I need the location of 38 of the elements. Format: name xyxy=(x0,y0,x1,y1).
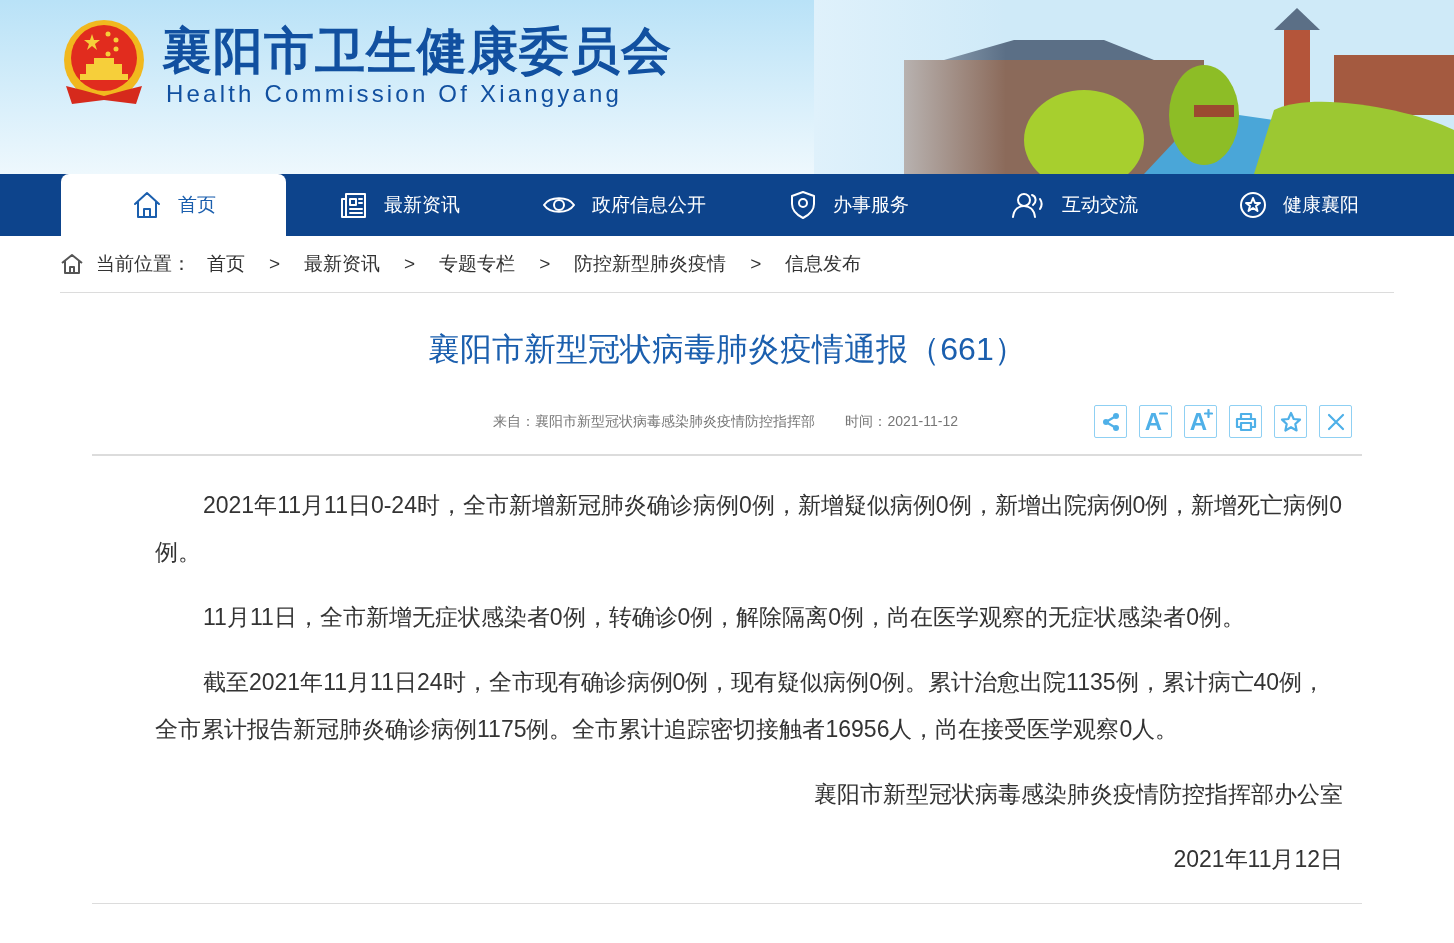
breadcrumb-separator: > xyxy=(750,251,762,276)
breadcrumb-separator: > xyxy=(404,251,416,276)
breadcrumb-link[interactable]: 信息发布 xyxy=(785,249,862,279)
share-button[interactable] xyxy=(1094,405,1127,438)
signature: 襄阳市新型冠状病毒感染肺炎疫情防控指挥部办公室 xyxy=(813,780,1343,809)
article-source: 来自：襄阳市新型冠状病毒感染肺炎疫情防控指挥部 xyxy=(493,412,816,431)
nav-tab[interactable]: 政府信息公开 xyxy=(511,174,736,236)
nav-tab[interactable]: 互动交流 xyxy=(961,174,1186,236)
shield-icon xyxy=(788,190,817,220)
close-icon xyxy=(1325,411,1346,432)
article-paragraph: 11月11日，全市新增无症状感染者0例，转确诊0例，解除隔离0例，尚在医学观察的无症状感染者0例。 xyxy=(202,603,1246,632)
breadcrumb-link[interactable]: 防控新型肺炎疫情 xyxy=(574,249,727,279)
article-paragraph: 2021年11月11日0-24时，全市新增新冠肺炎确诊病例0例，新增疑似病例0例，新增出院病例0例，新增死亡病例0例。 xyxy=(155,491,1343,567)
nav-tab[interactable]: 首页 xyxy=(61,174,286,236)
home-icon xyxy=(131,191,162,219)
article-date: 2021年11月12日 xyxy=(1172,845,1343,874)
breadcrumb-label: 当前位置： xyxy=(96,251,191,276)
share-icon xyxy=(1100,411,1121,432)
breadcrumb-link[interactable]: 首页 xyxy=(207,249,245,279)
printer-icon xyxy=(1234,411,1257,432)
nav-tab[interactable]: 健康襄阳 xyxy=(1186,174,1411,236)
breadcrumb-link[interactable]: 专题专栏 xyxy=(439,249,516,279)
print-button[interactable] xyxy=(1229,405,1262,438)
people-icon xyxy=(1009,191,1046,219)
breadcrumb-separator: > xyxy=(539,251,551,276)
breadcrumb-separator: > xyxy=(269,251,281,276)
article-paragraph: 截至2021年11月11日24时，全市现有确诊病例0例，现有疑似病例0例。累计治愈出院1135例，累计病亡40例，全市累计报告新冠肺炎确诊病例1175例。全市累计追踪密切接触者16956人，尚在接受医学观察0人。 xyxy=(155,668,1327,744)
home-icon xyxy=(60,253,84,275)
close-button[interactable] xyxy=(1319,405,1352,438)
breadcrumb-link[interactable]: 最新资讯 xyxy=(304,249,381,279)
nav-tab[interactable]: 最新资讯 xyxy=(286,174,511,236)
article-time: 时间：2021-11-12 xyxy=(845,412,958,431)
article-title: 襄阳市新型冠状病毒肺炎疫情通报（661） xyxy=(428,330,1026,369)
nav-tab[interactable]: 办事服务 xyxy=(736,174,961,236)
site-subtitle: Health Commission Of Xiangyang xyxy=(165,81,624,107)
star-icon xyxy=(1279,410,1302,433)
favorite-button[interactable] xyxy=(1274,405,1307,438)
site-title: 襄阳市卫生健康委员会 xyxy=(162,22,672,81)
